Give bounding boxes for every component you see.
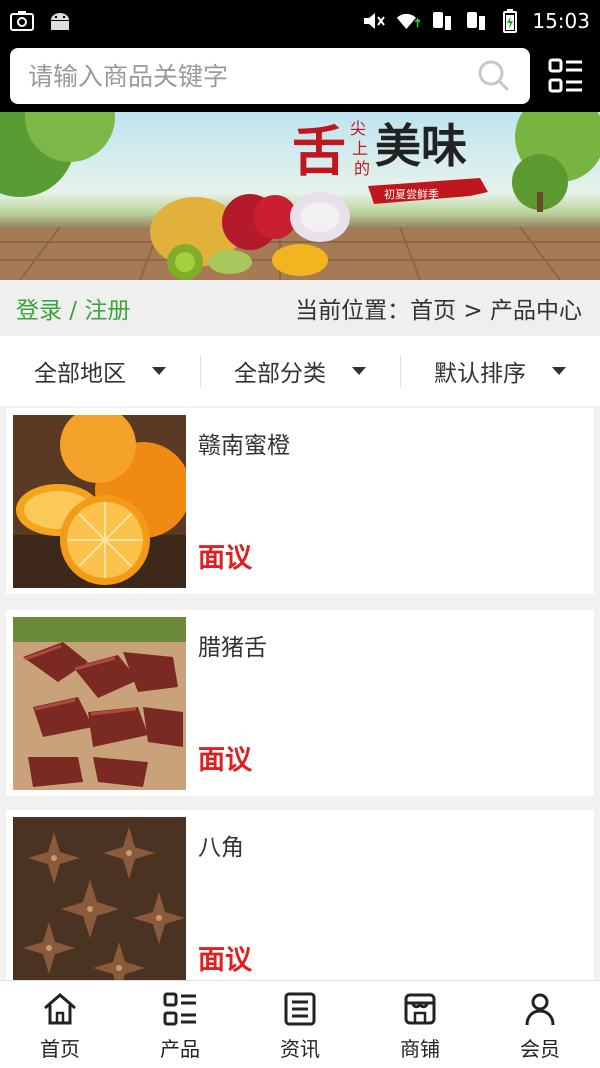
search-input[interactable] — [10, 60, 474, 92]
product-card[interactable]: 赣南蜜橙 面议 — [6, 408, 594, 594]
news-icon — [284, 992, 316, 1026]
filter-label: 默认排序 — [434, 361, 526, 387]
login-register-link[interactable]: 登录 / 注册 — [0, 291, 130, 325]
breadcrumb: 当前位置：首页 > 产品中心 — [295, 298, 582, 324]
banner-title-small-3: 的 — [354, 159, 370, 178]
banner-title-small-1: 尖 — [350, 119, 366, 138]
product-name[interactable]: 腊猪舌 — [198, 628, 267, 662]
member-icon — [525, 993, 555, 1026]
mute-icon — [362, 9, 386, 33]
nav-label: 资讯 — [280, 1037, 320, 1061]
banner-title-small-2: 上 — [352, 139, 368, 158]
category-menu-icon[interactable] — [546, 56, 586, 96]
sim1-signal-icon — [430, 9, 454, 33]
screenshot-icon — [10, 9, 34, 33]
product-image-star-anise[interactable] — [13, 817, 186, 990]
filter-label: 全部地区 — [34, 361, 126, 387]
nav-member[interactable]: 会员 — [480, 981, 600, 1068]
nav-label: 产品 — [160, 1037, 200, 1061]
product-image-pork-tongue[interactable] — [13, 617, 186, 790]
location-bar: 登录 / 注册 当前位置：首页 > 产品中心 — [0, 280, 600, 336]
product-price: 面议 — [198, 745, 252, 776]
home-icon — [44, 993, 76, 1025]
battery-charging-icon — [498, 9, 522, 33]
product-price: 面议 — [198, 543, 252, 574]
product-name[interactable]: 八角 — [198, 828, 244, 862]
filter-region-dropdown[interactable]: 全部地区 — [0, 351, 200, 391]
nav-label: 首页 — [40, 1037, 80, 1061]
filter-label: 全部分类 — [234, 361, 326, 387]
promo-banner[interactable]: 舌 尖 上 的 美味 初夏尝鲜季 — [0, 112, 600, 280]
product-card[interactable]: 腊猪舌 面议 — [6, 610, 594, 796]
nav-label: 会员 — [520, 1037, 560, 1061]
caret-down-icon — [552, 367, 566, 375]
nav-shop[interactable]: 商铺 — [360, 981, 480, 1068]
filter-category-dropdown[interactable]: 全部分类 — [200, 351, 400, 391]
filter-sort-dropdown[interactable]: 默认排序 — [400, 351, 600, 391]
nav-home[interactable]: 首页 — [0, 981, 120, 1068]
search-box — [10, 48, 530, 104]
product-card[interactable]: 八角 面议 — [6, 810, 594, 996]
caret-down-icon — [152, 367, 166, 375]
banner-ribbon: 初夏尝鲜季 — [384, 187, 439, 201]
status-time: 15:03 — [532, 9, 590, 33]
bottom-nav: 首页 产品 资讯 商铺 会员 — [0, 980, 600, 1068]
wifi-icon — [396, 9, 421, 33]
android-icon — [48, 9, 72, 33]
nav-products[interactable]: 产品 — [120, 981, 240, 1068]
banner-title-big-2: 美味 — [375, 119, 467, 173]
nav-label: 商铺 — [400, 1037, 440, 1061]
search-icon[interactable] — [474, 56, 514, 96]
nav-news[interactable]: 资讯 — [240, 981, 360, 1068]
status-bar: 15:03 — [0, 0, 600, 42]
product-name[interactable]: 赣南蜜橙 — [198, 426, 290, 460]
shop-icon — [404, 993, 436, 1025]
product-image-orange[interactable] — [13, 415, 186, 588]
sim2-signal-icon — [464, 9, 488, 33]
caret-down-icon — [352, 367, 366, 375]
banner-title-big-1: 舌 — [292, 119, 346, 183]
banner-artwork: 舌 尖 上 的 美味 初夏尝鲜季 — [0, 112, 600, 280]
product-grid-icon — [163, 992, 196, 1026]
product-price: 面议 — [198, 945, 252, 976]
search-bar — [0, 42, 600, 112]
filter-bar: 全部地区 全部分类 默认排序 — [0, 336, 600, 406]
